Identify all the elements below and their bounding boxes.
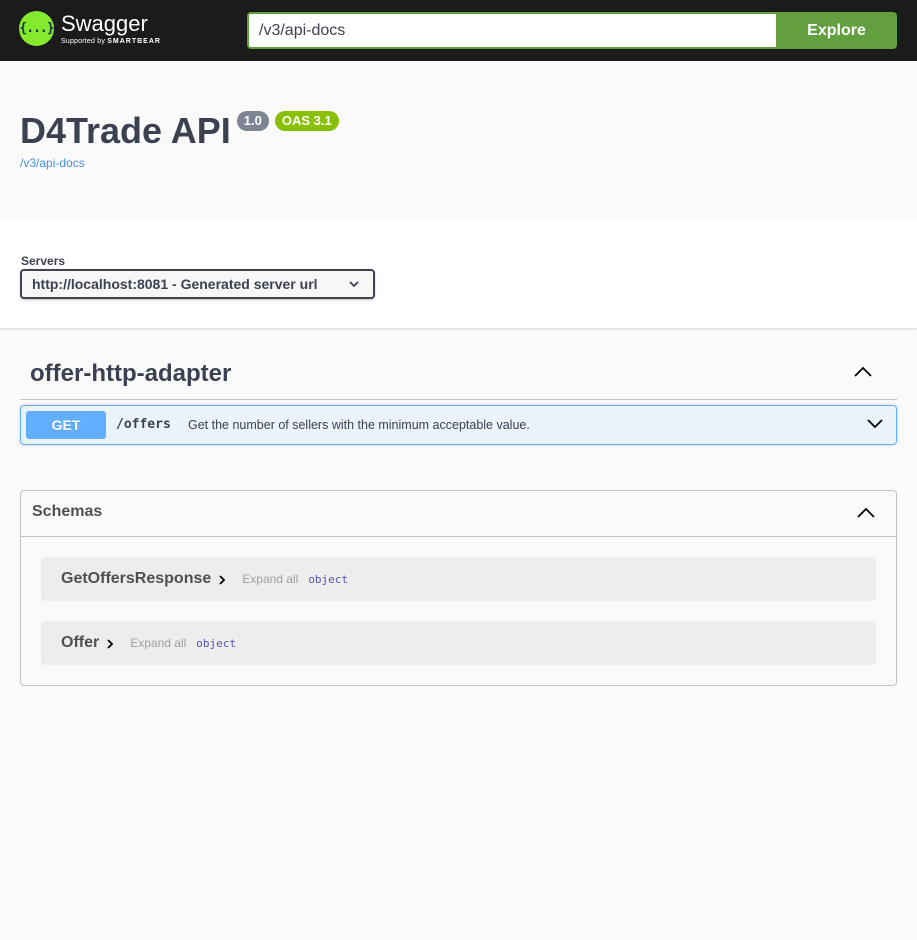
logo-sub-prefix: Supported by [61, 37, 106, 45]
swagger-logo-icon: {...} [19, 11, 55, 46]
url-form: Explore [247, 12, 897, 49]
api-info: D4Trade API 1.0 OAS 3.1 /v3/api-docs [20, 108, 339, 170]
page-title: D4Trade API [20, 110, 231, 151]
spec-url-input[interactable] [247, 12, 776, 49]
oas-badge: OAS 3.1 [274, 111, 339, 131]
schemas-section: Schemas GetOffersResponse Expand all obj… [20, 490, 897, 686]
logo-sub-brand: SMARTBEAR [107, 37, 161, 45]
explore-button[interactable]: Explore [776, 12, 897, 49]
title-row: D4Trade API 1.0 OAS 3.1 [20, 108, 339, 154]
servers-label: Servers [21, 254, 66, 268]
swagger-logo[interactable]: {...} Swagger Supported by SMARTBEAR [19, 11, 161, 46]
tag-header-offer-http-adapter[interactable]: offer-http-adapter [20, 351, 897, 400]
expand-all-link[interactable]: Expand all [242, 572, 298, 586]
schema-type: object [308, 572, 349, 586]
schema-type: object [196, 636, 237, 650]
topbar: {...} Swagger Supported by SMARTBEAR Exp… [0, 0, 917, 61]
operation-path: /offers [116, 417, 171, 432]
servers-selected-value: http://localhost:8081 - Generated server… [32, 276, 318, 292]
version-badge: 1.0 [236, 111, 269, 131]
swagger-logo-text: Swagger Supported by SMARTBEAR [61, 10, 161, 46]
servers-select[interactable]: http://localhost:8081 - Generated server… [20, 269, 375, 299]
logo-subtitle: Supported by SMARTBEAR [61, 37, 161, 46]
chevron-down-icon[interactable] [866, 417, 884, 431]
schema-name: Offer [61, 634, 100, 651]
chevron-right-icon[interactable] [106, 638, 114, 650]
operation-get-offers[interactable]: GET /offers Get the number of sellers wi… [20, 405, 897, 445]
tag-name: offer-http-adapter [30, 360, 232, 387]
schemas-title: Schemas [32, 503, 103, 520]
logo-name: Swagger [61, 10, 148, 36]
spec-link[interactable]: /v3/api-docs [20, 156, 339, 170]
schemas-header[interactable]: Schemas [21, 491, 896, 537]
servers-section: Servers http://localhost:8081 - Generate… [0, 221, 917, 329]
method-badge-get: GET [26, 411, 106, 439]
schema-name: GetOffersResponse [61, 570, 212, 587]
chevron-down-icon [349, 281, 359, 288]
schema-row-getoffersresponse[interactable]: GetOffersResponse Expand all object [41, 557, 876, 601]
operation-summary: Get the number of sellers with the minim… [188, 418, 530, 432]
chevron-up-icon[interactable] [856, 506, 876, 520]
chevron-right-icon[interactable] [218, 574, 226, 586]
expand-all-link[interactable]: Expand all [130, 636, 186, 650]
schema-row-offer[interactable]: Offer Expand all object [41, 621, 876, 665]
chevron-up-icon[interactable] [853, 365, 873, 379]
